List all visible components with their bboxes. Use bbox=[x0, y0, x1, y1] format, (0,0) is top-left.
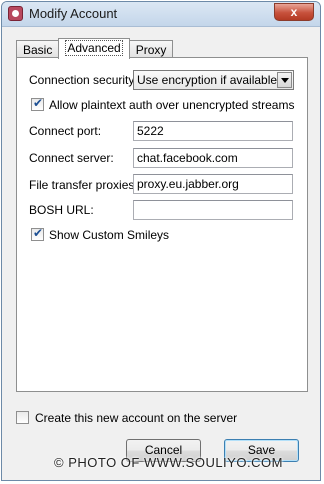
connect-server-field[interactable]: chat.facebook.com bbox=[133, 148, 293, 168]
file-transfer-proxies-label: File transfer proxies: bbox=[29, 178, 138, 192]
tab-basic-label: Basic bbox=[23, 43, 53, 57]
tab-advanced[interactable]: Advanced bbox=[58, 38, 130, 59]
show-custom-smileys-label[interactable]: Show Custom Smileys bbox=[49, 228, 169, 242]
connect-port-label: Connect port: bbox=[29, 124, 102, 138]
tab-bar: Basic Advanced Proxy bbox=[16, 38, 174, 59]
connection-security-label: Connection security: bbox=[29, 73, 138, 87]
window-title: Modify Account bbox=[29, 6, 118, 21]
close-button[interactable]: x bbox=[274, 3, 314, 21]
chevron-down-icon[interactable] bbox=[277, 72, 292, 88]
connection-security-value: Use encryption if available bbox=[137, 73, 278, 87]
connect-server-label: Connect server: bbox=[29, 151, 114, 165]
bosh-url-field[interactable] bbox=[133, 200, 293, 220]
tab-proxy-label: Proxy bbox=[135, 43, 167, 57]
file-transfer-proxies-field[interactable]: proxy.eu.jabber.org bbox=[133, 174, 293, 194]
advanced-panel: Connection security: Use encryption if a… bbox=[16, 57, 308, 392]
tab-proxy[interactable]: Proxy bbox=[128, 40, 174, 58]
allow-plaintext-checkbox[interactable] bbox=[31, 96, 44, 111]
show-custom-smileys-checkbox[interactable] bbox=[31, 226, 44, 241]
title-bar: Modify Account x bbox=[2, 2, 320, 27]
create-account-label[interactable]: Create this new account on the server bbox=[35, 411, 237, 425]
pidgin-app-icon bbox=[8, 6, 23, 21]
connection-security-select[interactable]: Use encryption if available bbox=[133, 70, 294, 90]
connect-port-field[interactable]: 5222 bbox=[133, 121, 293, 141]
allow-plaintext-label[interactable]: Allow plaintext auth over unencrypted st… bbox=[49, 98, 294, 112]
modify-account-dialog: Modify Account x Basic Advanced Proxy Co… bbox=[1, 1, 321, 481]
bosh-url-label: BOSH URL: bbox=[29, 203, 94, 217]
create-account-checkbox[interactable] bbox=[16, 411, 29, 424]
tab-basic[interactable]: Basic bbox=[16, 40, 60, 58]
tab-advanced-label: Advanced bbox=[65, 40, 123, 56]
photo-watermark: © PHOTO OF WWW.SOULIYO.COM bbox=[54, 455, 283, 470]
